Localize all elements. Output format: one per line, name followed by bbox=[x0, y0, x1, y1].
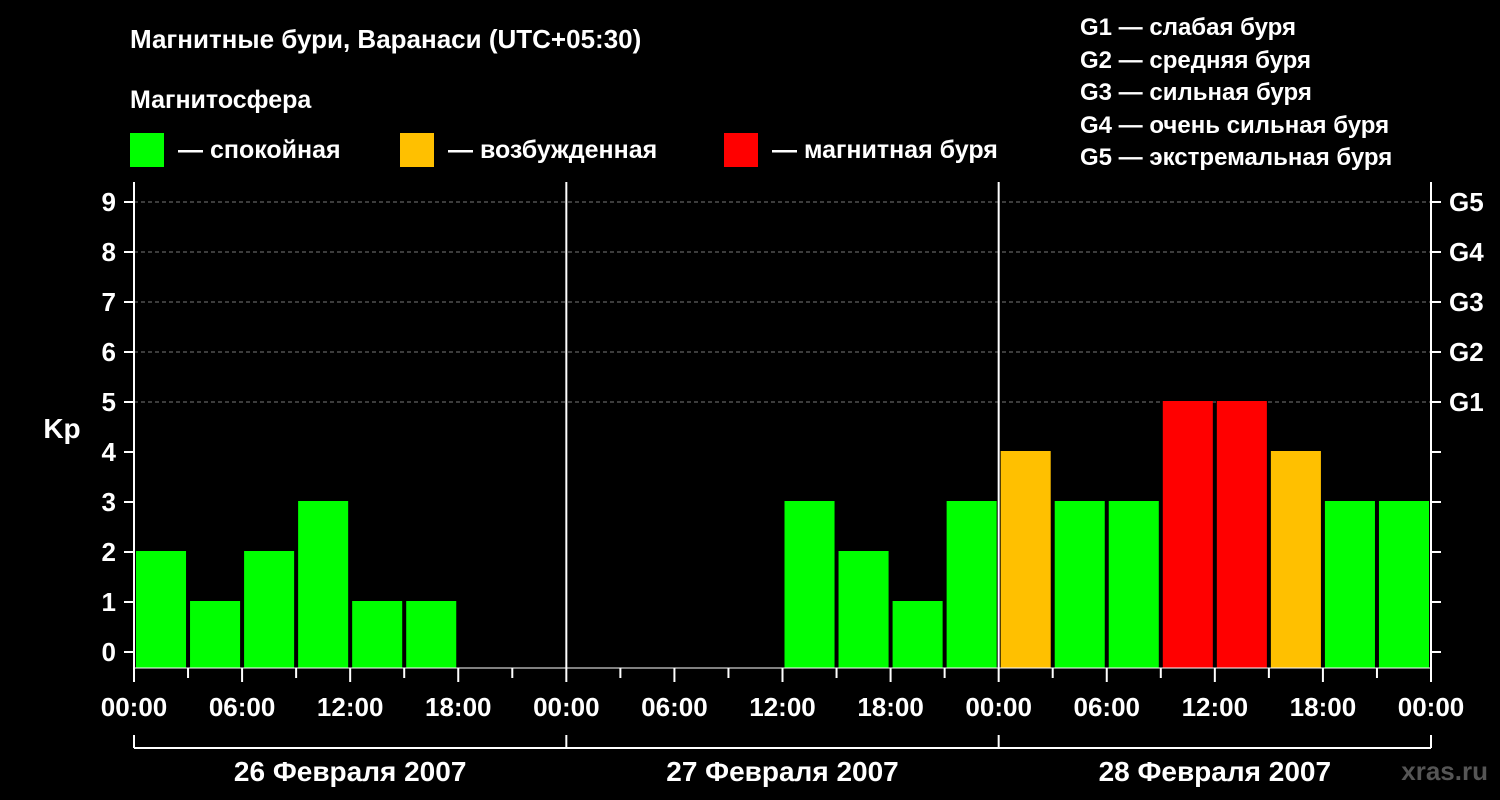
y-tick-label-7: 7 bbox=[102, 287, 116, 317]
g-label-g1: G1 bbox=[1449, 387, 1484, 417]
kp-bar-5 bbox=[406, 601, 457, 668]
kp-chart: 0 1 2 3 4 5 6 7 8 9 G1 G2 G3 G4 G5 Kp 00:00 06:00 12:00 18:… bbox=[43, 182, 1484, 787]
x-tick-label-10: 12:00 bbox=[1182, 692, 1249, 722]
g-label-g4: G4 bbox=[1449, 237, 1484, 267]
x-tick-label-12: 00:00 bbox=[1398, 692, 1465, 722]
x-tick-label-3: 18:00 bbox=[425, 692, 492, 722]
y-tick-label-1: 1 bbox=[102, 587, 116, 617]
x-tick-label-6: 12:00 bbox=[749, 692, 816, 722]
x-tick-label-2: 12:00 bbox=[317, 692, 384, 722]
kp-bar-0 bbox=[136, 551, 187, 668]
kp-bar-15 bbox=[1270, 451, 1321, 668]
x-tick-label-1: 06:00 bbox=[209, 692, 276, 722]
g-label-g5: G5 bbox=[1449, 187, 1484, 217]
kp-bar-14 bbox=[1216, 401, 1267, 668]
kp-bar-16 bbox=[1324, 501, 1375, 668]
watermark: xras.ru bbox=[1401, 756, 1488, 786]
kp-bar-17 bbox=[1378, 501, 1429, 668]
kp-bar-11 bbox=[1054, 501, 1105, 668]
kp-bar-13 bbox=[1162, 401, 1213, 668]
kp-bar-12 bbox=[1108, 501, 1159, 668]
y-tick-label-4: 4 bbox=[102, 437, 117, 467]
y-tick-label-2: 2 bbox=[102, 537, 116, 567]
x-tick-label-0: 00:00 bbox=[101, 692, 168, 722]
kp-bar-9 bbox=[946, 501, 997, 668]
y-axis-label: Kp bbox=[43, 413, 80, 444]
y-tick-label-9: 9 bbox=[102, 187, 116, 217]
y-tick-label-6: 6 bbox=[102, 337, 116, 367]
x-tick-label-11: 18:00 bbox=[1290, 692, 1357, 722]
day-label-2: 28 Февраля 2007 bbox=[1099, 756, 1331, 787]
day-label-0: 26 Февраля 2007 bbox=[234, 756, 466, 787]
x-tick-label-5: 06:00 bbox=[641, 692, 708, 722]
g-label-g2: G2 bbox=[1449, 337, 1484, 367]
kp-bar-2 bbox=[244, 551, 295, 668]
kp-bar-1 bbox=[190, 601, 241, 668]
y-tick-label-0: 0 bbox=[102, 637, 116, 667]
kp-bar-7 bbox=[838, 551, 889, 668]
x-tick-label-4: 00:00 bbox=[533, 692, 600, 722]
kp-bar-4 bbox=[352, 601, 403, 668]
kp-bar-10 bbox=[1000, 451, 1051, 668]
kp-bar-3 bbox=[298, 501, 349, 668]
x-tick-label-8: 00:00 bbox=[965, 692, 1032, 722]
x-tick-label-9: 06:00 bbox=[1074, 692, 1141, 722]
x-tick-label-7: 18:00 bbox=[857, 692, 924, 722]
day-label-1: 27 Февраля 2007 bbox=[666, 756, 898, 787]
kp-bar-6 bbox=[784, 501, 835, 668]
kp-bar-8 bbox=[892, 601, 943, 668]
y-tick-label-5: 5 bbox=[102, 387, 116, 417]
y-tick-label-8: 8 bbox=[102, 237, 116, 267]
y-tick-label-3: 3 bbox=[102, 487, 116, 517]
g-label-g3: G3 bbox=[1449, 287, 1484, 317]
